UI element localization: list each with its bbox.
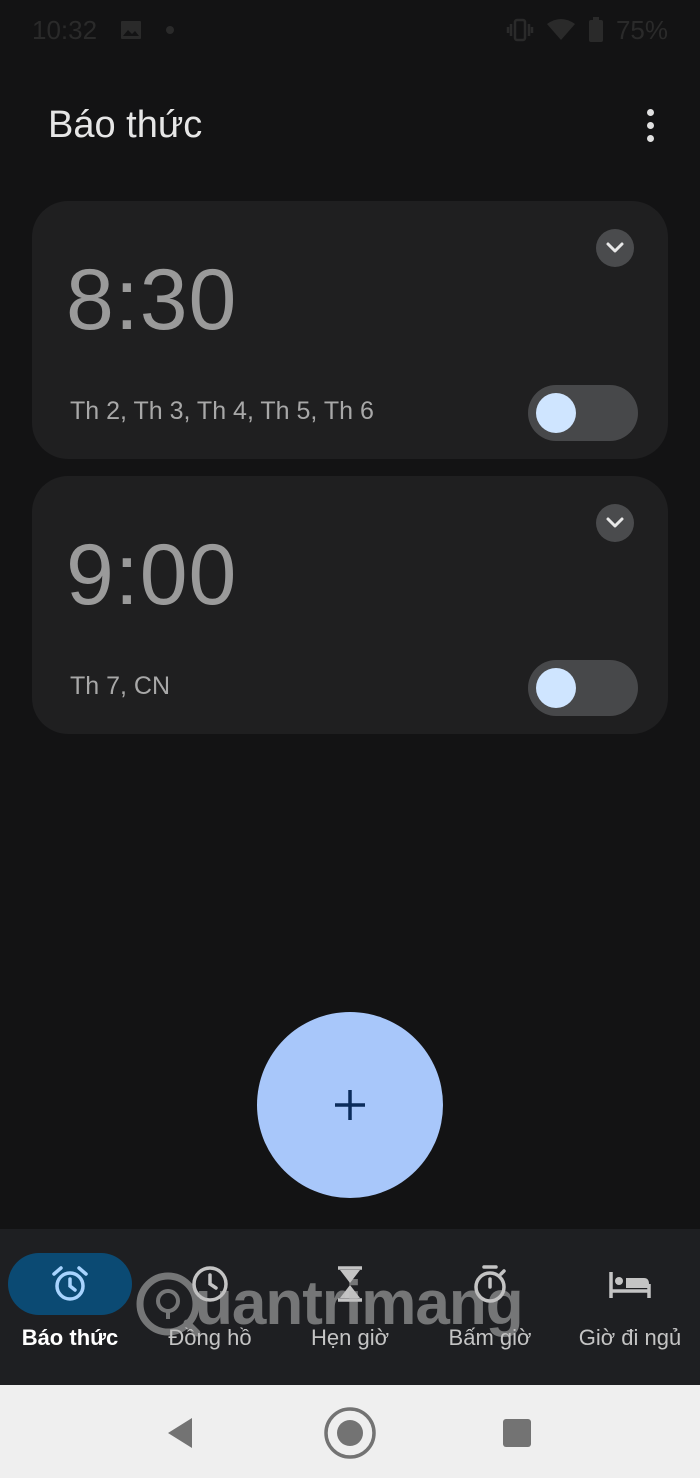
alarm-clock-icon bbox=[52, 1266, 88, 1301]
battery-icon bbox=[588, 17, 604, 43]
notification-dot-icon bbox=[165, 25, 175, 35]
system-navigation-bar bbox=[0, 1385, 700, 1478]
bed-icon bbox=[609, 1272, 651, 1298]
app-bar: Báo thức bbox=[0, 90, 700, 160]
expand-alarm-button[interactable] bbox=[596, 229, 634, 267]
nav-label: Báo thức bbox=[21, 1325, 119, 1350]
alarm-repeat-days: Th 7, CN bbox=[70, 672, 171, 700]
nav-tab-clock[interactable]: Đồng hồ bbox=[140, 1229, 280, 1385]
nav-label: Đồng hồ bbox=[168, 1325, 252, 1350]
home-circle-icon bbox=[324, 1407, 376, 1459]
alarm-card[interactable]: 8:30 Th 2, Th 3, Th 4, Th 5, Th 6 bbox=[32, 201, 668, 459]
plus-icon bbox=[335, 1090, 365, 1120]
expand-alarm-button[interactable] bbox=[596, 504, 634, 542]
alarm-toggle[interactable] bbox=[528, 660, 638, 716]
alarm-time[interactable]: 9:00 bbox=[66, 526, 237, 625]
image-notification-icon bbox=[119, 18, 143, 42]
wifi-icon bbox=[546, 18, 576, 42]
more-vert-icon bbox=[646, 108, 654, 116]
nav-tab-timer[interactable]: Hẹn giờ bbox=[280, 1229, 420, 1385]
status-time: 10:32 bbox=[32, 14, 98, 45]
nav-label: Hẹn giờ bbox=[310, 1325, 390, 1350]
alarm-toggle[interactable] bbox=[528, 385, 638, 441]
chevron-down-icon bbox=[606, 242, 624, 253]
battery-level: 75% bbox=[615, 14, 668, 45]
nav-tab-stopwatch[interactable]: Bấm giờ bbox=[420, 1229, 560, 1385]
alarm-time[interactable]: 8:30 bbox=[66, 251, 237, 350]
chevron-down-icon bbox=[606, 517, 624, 528]
more-options-button[interactable] bbox=[630, 95, 670, 155]
alarm-card[interactable]: 9:00 Th 7, CN bbox=[32, 476, 668, 734]
bottom-navigation: Báo thức Đồng hồ Hẹn giờ Bấm giờ Giờ đi … bbox=[0, 1229, 700, 1385]
page-title: Báo thức bbox=[48, 103, 203, 146]
vibrate-icon bbox=[506, 18, 534, 42]
toggle-knob bbox=[536, 668, 576, 708]
toggle-knob bbox=[536, 393, 576, 433]
back-triangle-icon bbox=[168, 1418, 192, 1448]
nav-tab-alarm[interactable]: Báo thức bbox=[0, 1229, 140, 1385]
add-alarm-button[interactable] bbox=[257, 1012, 443, 1198]
system-home-button[interactable] bbox=[320, 1403, 380, 1463]
nav-label: Giờ đi ngủ bbox=[578, 1325, 682, 1350]
hourglass-icon bbox=[338, 1266, 362, 1302]
clock-icon bbox=[192, 1266, 228, 1302]
status-bar: 10:32 75% bbox=[0, 0, 700, 60]
system-recents-button[interactable] bbox=[487, 1403, 547, 1463]
nav-tab-bedtime[interactable]: Giờ đi ngủ bbox=[560, 1229, 700, 1385]
alarm-repeat-days: Th 2, Th 3, Th 4, Th 5, Th 6 bbox=[70, 397, 374, 425]
stopwatch-icon bbox=[474, 1265, 506, 1303]
nav-label: Bấm giờ bbox=[448, 1325, 532, 1350]
system-back-button[interactable] bbox=[150, 1403, 210, 1463]
recents-square-icon bbox=[503, 1419, 531, 1447]
